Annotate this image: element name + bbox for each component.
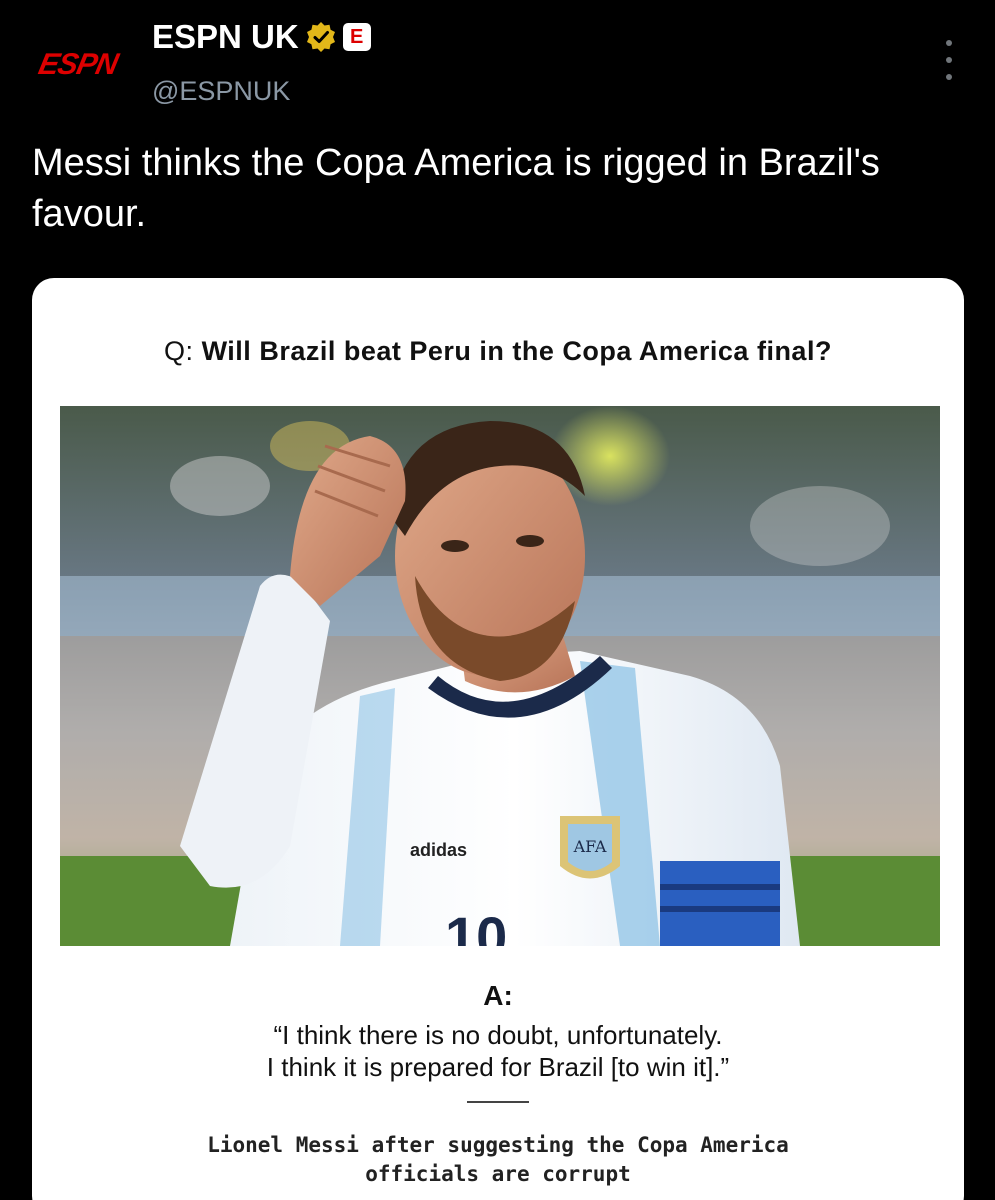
adidas-logo-text: adidas <box>410 840 467 860</box>
quote-line-1: “I think there is no doubt, unfortunatel… <box>273 1020 723 1050</box>
display-name[interactable]: ESPN UK <box>152 18 299 56</box>
affiliate-badge: E <box>342 23 371 51</box>
messi-photo[interactable]: AFA adidas 10 <box>60 406 940 946</box>
caption-line-2: officials are corrupt <box>365 1162 631 1186</box>
card-caption: Lionel Messi after suggesting the Copa A… <box>32 1131 964 1189</box>
name-row: ESPN UK E <box>152 18 371 56</box>
tweet-text: Messi thinks the Copa America is rigged … <box>32 142 880 235</box>
media-card[interactable]: Q: Will Brazil beat Peru in the Copa Ame… <box>32 278 964 1200</box>
messi-quote: “I think there is no doubt, unfortunatel… <box>32 1019 964 1083</box>
answer-label: A: <box>483 980 513 1011</box>
caption-line-1: Lionel Messi after suggesting the Copa A… <box>207 1133 789 1157</box>
verified-badge-icon <box>305 21 337 53</box>
espn-logo: ESPN <box>35 48 121 81</box>
handle[interactable]: @ESPNUK <box>152 76 290 107</box>
quote-line-2: I think it is prepared for Brazil [to wi… <box>266 1052 730 1082</box>
divider <box>467 1101 529 1103</box>
question-text: Will Brazil beat Peru in the Copa Americ… <box>201 336 832 366</box>
more-options-icon[interactable] <box>941 40 957 80</box>
afa-crest-text: AFA <box>573 837 607 856</box>
avatar[interactable]: ESPN <box>22 22 134 108</box>
tweet-header: ESPN ESPN UK E @ESPNUK <box>0 0 995 120</box>
question-prefix: Q: <box>164 336 194 366</box>
shirt-number: 10 <box>445 905 507 946</box>
card-question: Q: Will Brazil beat Peru in the Copa Ame… <box>32 336 964 367</box>
